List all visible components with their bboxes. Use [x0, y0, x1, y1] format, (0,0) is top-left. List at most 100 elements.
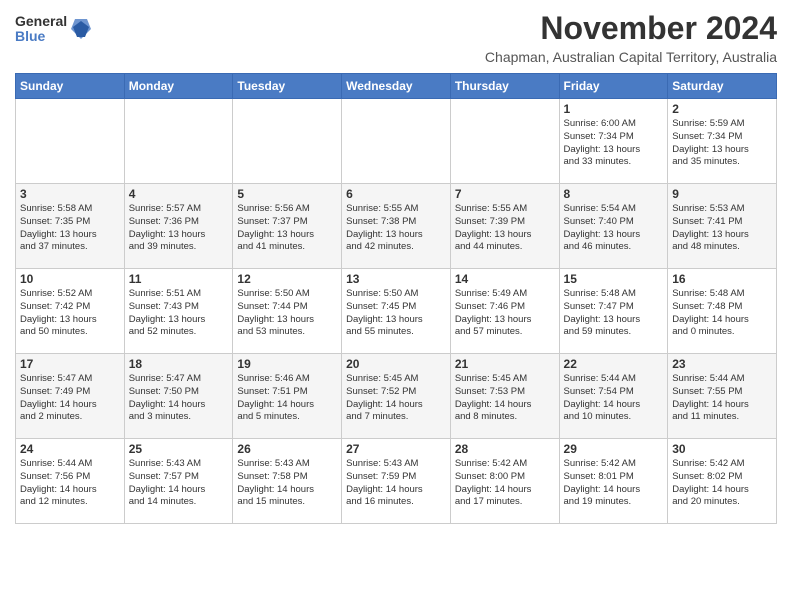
day-info: Sunrise: 5:43 AM Sunset: 7:59 PM Dayligh… [346, 458, 446, 509]
day-info: Sunrise: 5:42 AM Sunset: 8:02 PM Dayligh… [672, 458, 772, 509]
day-number: 15 [564, 272, 664, 286]
calendar-day-cell: 5 Sunrise: 5:56 AM Sunset: 7:37 PM Daylig… [233, 184, 342, 269]
logo-blue-text: Blue [15, 29, 67, 44]
day-info: Sunrise: 6:00 AM Sunset: 7:34 PM Dayligh… [564, 118, 664, 169]
day-info: Sunrise: 5:59 AM Sunset: 7:34 PM Dayligh… [672, 118, 772, 169]
calendar-day-cell: 4 Sunrise: 5:57 AM Sunset: 7:36 PM Daylig… [124, 184, 233, 269]
calendar-day-cell: 19 Sunrise: 5:46 AM Sunset: 7:51 PM Dayli… [233, 354, 342, 439]
day-info: Sunrise: 5:48 AM Sunset: 7:48 PM Dayligh… [672, 288, 772, 339]
logo: General Blue [15, 14, 91, 45]
day-info: Sunrise: 5:57 AM Sunset: 7:36 PM Dayligh… [129, 203, 229, 254]
day-info: Sunrise: 5:44 AM Sunset: 7:55 PM Dayligh… [672, 373, 772, 424]
weekday-header-tuesday: Tuesday [233, 74, 342, 99]
day-number: 23 [672, 357, 772, 371]
calendar-day-cell: 11Sunrise: 5:51 AM Sunset: 7:43 PM Dayli… [124, 269, 233, 354]
day-info: Sunrise: 5:47 AM Sunset: 7:50 PM Dayligh… [129, 373, 229, 424]
calendar-day-cell [124, 99, 233, 184]
day-number: 21 [455, 357, 555, 371]
calendar-day-cell: 9 Sunrise: 5:53 AM Sunset: 7:41 PM Daylig… [668, 184, 777, 269]
title-section: November 2024 Chapman, Australian Capita… [485, 10, 777, 65]
day-number: 4 [129, 187, 229, 201]
day-number: 1 [564, 102, 664, 116]
calendar-week-row: 1 Sunrise: 6:00 AM Sunset: 7:34 PM Daylig… [16, 99, 777, 184]
day-info: Sunrise: 5:42 AM Sunset: 8:00 PM Dayligh… [455, 458, 555, 509]
calendar-day-cell [233, 99, 342, 184]
month-title: November 2024 [485, 10, 777, 47]
day-info: Sunrise: 5:50 AM Sunset: 7:44 PM Dayligh… [237, 288, 337, 339]
calendar-week-row: 3 Sunrise: 5:58 AM Sunset: 7:35 PM Daylig… [16, 184, 777, 269]
calendar-day-cell: 22 Sunrise: 5:44 AM Sunset: 7:54 PM Dayli… [559, 354, 668, 439]
weekday-header-wednesday: Wednesday [342, 74, 451, 99]
day-number: 9 [672, 187, 772, 201]
day-number: 2 [672, 102, 772, 116]
day-number: 12 [237, 272, 337, 286]
calendar-day-cell: 24 Sunrise: 5:44 AM Sunset: 7:56 PM Dayli… [16, 439, 125, 524]
calendar-day-cell: 7 Sunrise: 5:55 AM Sunset: 7:39 PM Daylig… [450, 184, 559, 269]
day-info: Sunrise: 5:53 AM Sunset: 7:41 PM Dayligh… [672, 203, 772, 254]
weekday-header-friday: Friday [559, 74, 668, 99]
calendar-day-cell: 6 Sunrise: 5:55 AM Sunset: 7:38 PM Daylig… [342, 184, 451, 269]
day-info: Sunrise: 5:47 AM Sunset: 7:49 PM Dayligh… [20, 373, 120, 424]
calendar-day-cell: 28 Sunrise: 5:42 AM Sunset: 8:00 PM Dayli… [450, 439, 559, 524]
day-number: 30 [672, 442, 772, 456]
calendar-day-cell: 17Sunrise: 5:47 AM Sunset: 7:49 PM Dayli… [16, 354, 125, 439]
day-info: Sunrise: 5:45 AM Sunset: 7:52 PM Dayligh… [346, 373, 446, 424]
day-number: 13 [346, 272, 446, 286]
calendar-day-cell: 29 Sunrise: 5:42 AM Sunset: 8:01 PM Dayli… [559, 439, 668, 524]
page-header: General Blue November 2024 Chapman, Aust… [15, 10, 777, 65]
day-number: 29 [564, 442, 664, 456]
day-info: Sunrise: 5:55 AM Sunset: 7:39 PM Dayligh… [455, 203, 555, 254]
day-number: 16 [672, 272, 772, 286]
calendar-day-cell [342, 99, 451, 184]
calendar-day-cell: 27 Sunrise: 5:43 AM Sunset: 7:59 PM Dayli… [342, 439, 451, 524]
day-number: 28 [455, 442, 555, 456]
day-number: 24 [20, 442, 120, 456]
calendar-day-cell: 18 Sunrise: 5:47 AM Sunset: 7:50 PM Dayli… [124, 354, 233, 439]
calendar-week-row: 17Sunrise: 5:47 AM Sunset: 7:49 PM Dayli… [16, 354, 777, 439]
day-number: 6 [346, 187, 446, 201]
day-info: Sunrise: 5:50 AM Sunset: 7:45 PM Dayligh… [346, 288, 446, 339]
calendar-week-row: 24 Sunrise: 5:44 AM Sunset: 7:56 PM Dayli… [16, 439, 777, 524]
day-number: 7 [455, 187, 555, 201]
day-info: Sunrise: 5:56 AM Sunset: 7:37 PM Dayligh… [237, 203, 337, 254]
day-info: Sunrise: 5:54 AM Sunset: 7:40 PM Dayligh… [564, 203, 664, 254]
day-number: 3 [20, 187, 120, 201]
weekday-header-row: SundayMondayTuesdayWednesdayThursdayFrid… [16, 74, 777, 99]
calendar-day-cell: 30 Sunrise: 5:42 AM Sunset: 8:02 PM Dayli… [668, 439, 777, 524]
calendar-day-cell: 12 Sunrise: 5:50 AM Sunset: 7:44 PM Dayli… [233, 269, 342, 354]
day-info: Sunrise: 5:55 AM Sunset: 7:38 PM Dayligh… [346, 203, 446, 254]
calendar-day-cell [16, 99, 125, 184]
calendar-day-cell: 14 Sunrise: 5:49 AM Sunset: 7:46 PM Dayli… [450, 269, 559, 354]
day-number: 22 [564, 357, 664, 371]
day-info: Sunrise: 5:49 AM Sunset: 7:46 PM Dayligh… [455, 288, 555, 339]
day-number: 20 [346, 357, 446, 371]
logo-icon [71, 17, 91, 41]
weekday-header-saturday: Saturday [668, 74, 777, 99]
day-info: Sunrise: 5:44 AM Sunset: 7:56 PM Dayligh… [20, 458, 120, 509]
day-info: Sunrise: 5:46 AM Sunset: 7:51 PM Dayligh… [237, 373, 337, 424]
day-number: 18 [129, 357, 229, 371]
day-number: 19 [237, 357, 337, 371]
calendar-day-cell: 16 Sunrise: 5:48 AM Sunset: 7:48 PM Dayli… [668, 269, 777, 354]
day-number: 5 [237, 187, 337, 201]
day-info: Sunrise: 5:45 AM Sunset: 7:53 PM Dayligh… [455, 373, 555, 424]
weekday-header-thursday: Thursday [450, 74, 559, 99]
day-number: 26 [237, 442, 337, 456]
calendar-day-cell: 23 Sunrise: 5:44 AM Sunset: 7:55 PM Dayli… [668, 354, 777, 439]
day-info: Sunrise: 5:42 AM Sunset: 8:01 PM Dayligh… [564, 458, 664, 509]
calendar-day-cell: 8 Sunrise: 5:54 AM Sunset: 7:40 PM Daylig… [559, 184, 668, 269]
calendar-day-cell: 3 Sunrise: 5:58 AM Sunset: 7:35 PM Daylig… [16, 184, 125, 269]
day-info: Sunrise: 5:44 AM Sunset: 7:54 PM Dayligh… [564, 373, 664, 424]
calendar-day-cell: 21 Sunrise: 5:45 AM Sunset: 7:53 PM Dayli… [450, 354, 559, 439]
calendar-day-cell: 1 Sunrise: 6:00 AM Sunset: 7:34 PM Daylig… [559, 99, 668, 184]
day-number: 27 [346, 442, 446, 456]
day-number: 8 [564, 187, 664, 201]
weekday-header-sunday: Sunday [16, 74, 125, 99]
weekday-header-monday: Monday [124, 74, 233, 99]
day-number: 14 [455, 272, 555, 286]
day-number: 10 [20, 272, 120, 286]
day-number: 11 [129, 272, 229, 286]
day-info: Sunrise: 5:58 AM Sunset: 7:35 PM Dayligh… [20, 203, 120, 254]
calendar-day-cell: 2 Sunrise: 5:59 AM Sunset: 7:34 PM Daylig… [668, 99, 777, 184]
calendar-day-cell: 15Sunrise: 5:48 AM Sunset: 7:47 PM Dayli… [559, 269, 668, 354]
